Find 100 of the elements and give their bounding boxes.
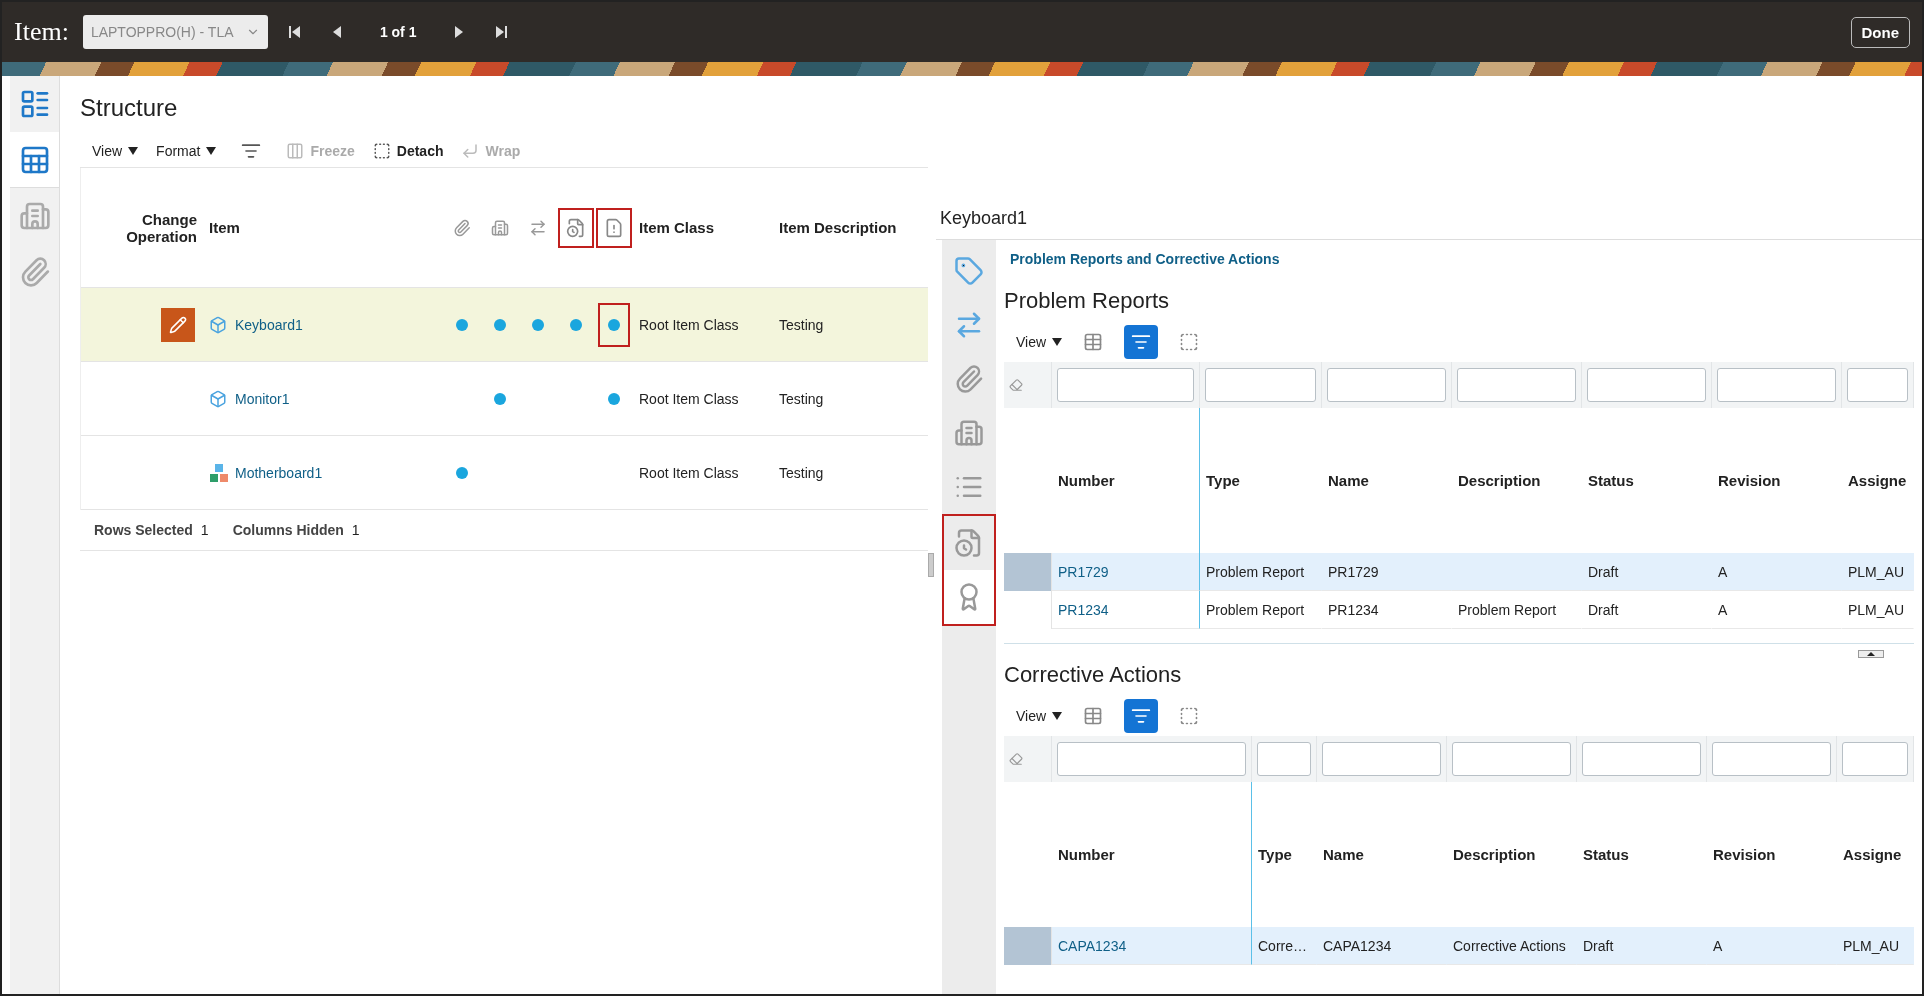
section-title: Problem Reports <box>1004 288 1171 314</box>
column-header: Revision <box>1712 845 1777 865</box>
table-cell: Draft <box>1577 927 1707 965</box>
table-cell: Draft <box>1582 553 1712 591</box>
filter-field[interactable] <box>1205 368 1316 402</box>
item-link[interactable]: Keyboard1 <box>235 316 303 333</box>
footer-label: Rows Selected <box>94 522 193 538</box>
table-cell: Corrective Actions <box>1447 927 1577 965</box>
filter-field[interactable] <box>1327 368 1446 402</box>
toolbar-button[interactable] <box>1124 325 1159 359</box>
column-header: Assigne <box>1847 471 1908 491</box>
column-header: Type <box>1257 845 1293 865</box>
toolbar-button[interactable] <box>1124 699 1159 733</box>
record-link[interactable]: CAPA1234 <box>1058 937 1127 954</box>
building-icon <box>954 418 984 448</box>
filter-field[interactable] <box>1712 742 1831 776</box>
side-tab[interactable] <box>10 132 59 188</box>
table-cell-text: Testing <box>778 390 825 407</box>
table-cell: Problem Report <box>1200 553 1322 591</box>
filter-field[interactable] <box>1847 368 1908 402</box>
dashed-square-icon <box>1179 332 1200 352</box>
section-link[interactable]: Problem Reports and Corrective Actions <box>1010 251 1280 267</box>
caret-icon <box>1052 712 1063 720</box>
toolbar-button[interactable]: Detach <box>372 141 444 160</box>
filter-field[interactable] <box>1257 742 1311 776</box>
blocks-icon <box>209 462 229 483</box>
tag-icon <box>954 256 984 286</box>
table-cell-text: Root Item Class <box>638 316 740 333</box>
menu-button[interactable]: View <box>1016 334 1063 350</box>
table-cell-text: Root Item Class <box>638 464 740 481</box>
building-icon <box>491 218 509 237</box>
pencil-icon <box>169 315 187 334</box>
page-indicator: 1 of 1 <box>378 24 418 40</box>
document-clock-icon <box>566 217 586 238</box>
filter-field[interactable] <box>1057 368 1194 402</box>
item-link[interactable]: Motherboard1 <box>235 464 323 481</box>
column-header: Assigne <box>1842 845 1903 865</box>
filter-field[interactable] <box>1057 742 1246 776</box>
item-label: Item: <box>14 17 69 47</box>
filter-field[interactable] <box>1582 742 1701 776</box>
caret-icon <box>206 146 217 155</box>
menu-button[interactable]: View <box>92 142 139 159</box>
filter-field[interactable] <box>1322 742 1441 776</box>
columns-icon <box>286 141 305 160</box>
cube-icon <box>209 389 227 408</box>
column-header: Name <box>1322 845 1365 865</box>
dashed-square-icon <box>1179 706 1200 726</box>
section-title: Corrective Actions <box>1004 662 1183 688</box>
splitter-handle[interactable] <box>928 553 934 577</box>
filter-field[interactable] <box>1717 368 1836 402</box>
record-link[interactable]: PR1234 <box>1058 601 1109 618</box>
column-header: Revision <box>1717 471 1782 491</box>
column-header: Status <box>1587 471 1635 491</box>
dashed-square-icon <box>372 141 391 160</box>
column-header: Description <box>1457 471 1542 491</box>
table-cell: A <box>1707 927 1837 965</box>
table-cell: PR1729 <box>1322 553 1452 591</box>
eraser-icon[interactable] <box>1009 752 1023 766</box>
page-title: Structure <box>80 94 179 122</box>
caret-icon <box>1052 338 1063 346</box>
eraser-icon[interactable] <box>1009 378 1023 392</box>
caret-icon <box>128 146 139 155</box>
footer-value: 1 <box>200 522 209 538</box>
paperclip-icon <box>954 364 984 394</box>
filter-icon <box>1131 332 1152 352</box>
filter-field[interactable] <box>1842 742 1908 776</box>
table-cell: PLM_AU <box>1842 553 1914 591</box>
cube-icon <box>209 315 227 334</box>
row-selector[interactable] <box>1004 553 1052 591</box>
record-link[interactable]: PR1729 <box>1058 563 1109 580</box>
filter-field[interactable] <box>1587 368 1706 402</box>
table-cell-text: Testing <box>778 316 825 333</box>
column-header: Description <box>1452 845 1537 865</box>
table-cell: CAPA1234 <box>1317 927 1447 965</box>
table-cell-text: Root Item Class <box>638 390 740 407</box>
filter-field[interactable] <box>1457 368 1576 402</box>
done-button[interactable]: Done <box>1850 16 1910 48</box>
table-icon <box>1083 332 1104 352</box>
column-header: Name <box>1327 471 1370 491</box>
return-arrow-icon <box>461 141 480 160</box>
filter-icon <box>1131 706 1152 726</box>
document-alert-icon <box>604 217 624 238</box>
panel-title: Keyboard1 <box>939 208 1029 230</box>
table-cell: PLM_AU <box>1837 927 1914 965</box>
footer-value: 1 <box>351 522 360 538</box>
column-header: Status <box>1582 845 1630 865</box>
table-icon <box>1083 706 1104 726</box>
side-tab[interactable] <box>944 570 994 624</box>
table-cell-text: Testing <box>778 464 825 481</box>
collapse-button[interactable] <box>1858 650 1884 658</box>
paperclip-icon <box>453 218 471 237</box>
menu-button[interactable]: View <box>1016 708 1063 724</box>
row-selector[interactable] <box>1004 927 1052 965</box>
column-header: Type <box>1205 471 1241 491</box>
item-link[interactable]: Monitor1 <box>235 390 290 407</box>
menu-button[interactable]: Format <box>156 142 217 159</box>
footer-label: Columns Hidden <box>232 522 344 538</box>
table-cell: A <box>1712 553 1842 591</box>
caret-icon <box>1867 652 1875 656</box>
filter-field[interactable] <box>1452 742 1571 776</box>
